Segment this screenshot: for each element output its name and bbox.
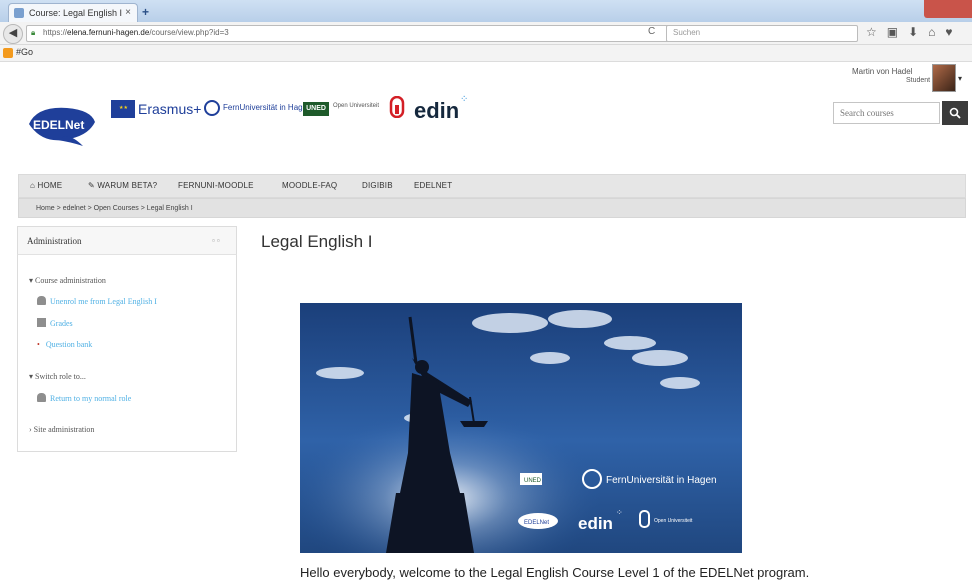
back-button[interactable]: ◀ xyxy=(3,24,23,44)
wrench-icon: ✎ xyxy=(88,181,95,190)
svg-text:UNED: UNED xyxy=(524,478,542,484)
return-role-link[interactable]: Return to my normal role xyxy=(37,393,131,403)
svg-text:edin: edin xyxy=(578,514,613,533)
bookmarks-bar xyxy=(0,45,972,62)
nav-moodle-faq[interactable]: MOODLE-FAQ xyxy=(282,181,337,190)
rss-icon[interactable] xyxy=(3,48,13,58)
nav-digibib[interactable]: DIGIBIB xyxy=(362,181,393,190)
svg-text:FernUniversität in Hagen: FernUniversität in Hagen xyxy=(606,475,717,486)
nav-home[interactable]: ⌂ HOME xyxy=(30,181,62,190)
search-courses-input[interactable]: Search courses xyxy=(833,102,940,124)
uned-logo: UNED xyxy=(303,102,329,116)
course-banner-image: UNED FernUniversität in Hagen EDELNet ed… xyxy=(300,303,742,553)
toolbar-icons[interactable]: ☆▣⬇⌂♥ xyxy=(866,25,963,39)
edin-dots-icon: ⁘ xyxy=(460,94,469,105)
browser-tab[interactable]: Course: Legal English I × xyxy=(8,3,138,23)
address-bar[interactable]: 🔒︎ https://elena.fernuni-hagen.de/course… xyxy=(26,25,678,42)
nav-beta[interactable]: ✎ WARUM BETA? xyxy=(88,181,157,190)
edelnet-logo[interactable]: EDELNet xyxy=(27,102,99,146)
unenrol-link[interactable]: Unenrol me from Legal English I xyxy=(37,296,157,306)
search-icon xyxy=(949,107,961,119)
breadcrumb-open-courses[interactable]: Open Courses xyxy=(94,205,139,212)
svg-text:EDELNet: EDELNet xyxy=(33,118,84,132)
switch-role-node[interactable]: ▾ Switch role to... xyxy=(29,372,86,381)
user-icon xyxy=(37,393,46,402)
eu-flag-icon: ★★ xyxy=(111,100,135,118)
new-tab-button[interactable]: + xyxy=(142,5,149,19)
block-controls-icon[interactable]: ▫▫ xyxy=(212,236,222,245)
main-nav xyxy=(18,174,966,198)
browser-search-input[interactable]: Suchen xyxy=(666,25,858,42)
open-universiteit-logo-text: Open Universiteit xyxy=(333,103,380,109)
table-icon xyxy=(37,318,46,327)
fernuni-logo: FernUniversität in Hagen xyxy=(204,100,311,116)
page-title: Legal English I xyxy=(261,232,373,251)
tab-title: Course: Legal English I xyxy=(29,8,123,18)
avatar[interactable] xyxy=(932,64,956,92)
administration-block xyxy=(17,226,237,452)
open-universiteit-icon xyxy=(389,96,405,118)
grades-link[interactable]: Grades xyxy=(37,318,73,328)
breadcrumb-trail: Home > edelnet > Open Courses > Legal En… xyxy=(36,205,193,212)
user-role: Student xyxy=(906,77,931,84)
tab-favicon-icon xyxy=(14,8,24,18)
home-icon: ⌂ xyxy=(30,181,36,190)
nav-edelnet[interactable]: EDELNET xyxy=(414,181,452,190)
window-close-button[interactable] xyxy=(924,0,972,18)
user-name: Martin von Hadel xyxy=(852,67,913,76)
site-administration-node[interactable]: › Site administration xyxy=(29,425,94,434)
question-bank-link[interactable]: • Question bank xyxy=(37,340,92,349)
breadcrumb-edelnet[interactable]: edelnet xyxy=(63,205,86,212)
svg-text:EDELNet: EDELNet xyxy=(524,520,549,526)
welcome-text: Hello everybody, welcome to the Legal En… xyxy=(300,565,810,580)
edin-logo: edin xyxy=(414,98,460,123)
bookmark-go[interactable]: #Go xyxy=(16,47,33,57)
course-administration-node[interactable]: ▾ Course administration xyxy=(29,276,106,285)
bullet-icon: • xyxy=(37,340,40,349)
breadcrumb-home[interactable]: Home xyxy=(36,205,55,212)
tab-close-icon[interactable]: × xyxy=(125,7,131,18)
erasmus-logo-text: Erasmus+ xyxy=(138,101,202,117)
chevron-down-icon[interactable]: ▾ xyxy=(958,74,962,83)
reload-icon[interactable]: C xyxy=(648,26,655,37)
url-text: https://elena.fernuni-hagen.de/course/vi… xyxy=(43,28,229,37)
lock-icon: 🔒︎ xyxy=(31,28,36,37)
user-icon xyxy=(37,296,46,305)
svg-text:Open Universiteit: Open Universiteit xyxy=(654,518,693,524)
nav-fernuni-moodle[interactable]: FERNUNI-MOODLE xyxy=(178,181,254,190)
breadcrumb-course[interactable]: Legal English I xyxy=(147,205,193,212)
administration-title: Administration xyxy=(27,236,82,246)
svg-text:⁘: ⁘ xyxy=(616,508,623,517)
search-button[interactable] xyxy=(942,101,968,125)
